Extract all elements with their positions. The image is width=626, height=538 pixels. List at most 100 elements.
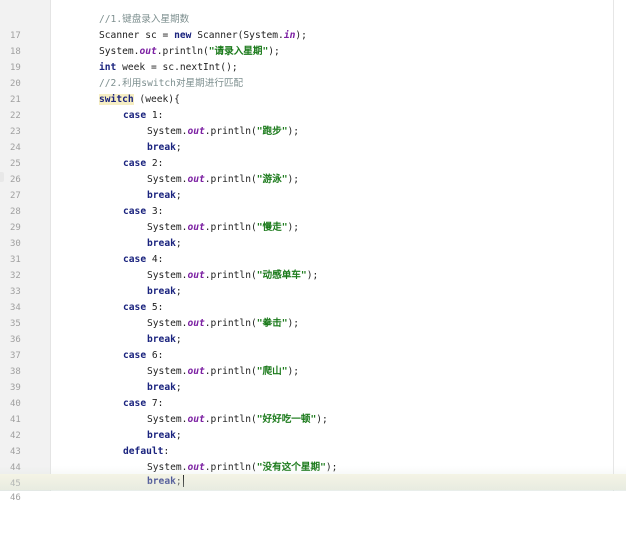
code-token: 4: [146,254,164,265]
code-line[interactable]: 22 switch (week){ [0,92,626,121]
static-field: out [187,222,205,233]
keyword: break [147,142,176,153]
code-token: 6: [146,350,164,361]
code-token: Scanner(System. [191,30,284,41]
code-text: case 4: [123,252,163,268]
keyword: break [147,286,176,297]
code-line[interactable]: 37 break; [0,332,626,361]
code-text: int week = sc.nextInt(); [99,60,238,76]
keyword: break [147,476,176,487]
code-token: 2: [146,158,164,169]
keyword: break [147,190,176,201]
code-line[interactable]: 35 case 5: [0,300,626,329]
code-token: 3: [146,206,164,217]
static-field: out [187,270,205,281]
static-field: out [187,462,205,473]
string-literal: "动感单车" [256,270,307,281]
code-text: System.out.println("慢走"); [147,220,299,236]
code-text: case 6: [123,348,163,364]
code-line[interactable]: 32 case 4: [0,252,626,281]
string-literal: "拳击" [256,318,288,329]
code-text: System.out.println("游泳"); [147,172,299,188]
static-field: out [187,318,205,329]
code-text: System.out.println("好好吃一顿"); [147,412,328,428]
string-literal: "游泳" [256,174,288,185]
code-text: break; [147,236,182,252]
code-text: break; [147,188,182,204]
code-token: .println( [204,174,257,185]
code-line[interactable]: 40 break; [0,380,626,409]
code-token: 1: [146,110,164,121]
code-line[interactable]: 43 break; [0,428,626,457]
code-token: System. [147,222,188,233]
code-line[interactable]: 19 System.out.println("请录入星期"); [0,44,626,73]
keyword: case [123,158,147,169]
text-caret [182,475,184,487]
code-token: ; [175,190,182,201]
code-token: .println( [204,270,257,281]
code-line[interactable]: 28 break; [0,188,626,217]
code-token: .println( [204,462,257,473]
code-line[interactable]: 27 System.out.println("游泳"); [0,172,626,201]
code-text: break; [147,140,182,156]
code-token: : [163,446,170,457]
code-line[interactable]: 46 break; [0,474,626,503]
code-token: ; [175,334,182,345]
code-token: ; [175,382,182,393]
code-token: System. [147,462,188,473]
code-line[interactable]: 39 System.out.println("爬山"); [0,364,626,393]
code-line[interactable]: 38 case 6: [0,348,626,377]
code-line[interactable]: 21 //2.利用switch对星期进行匹配 [0,76,626,105]
keyword: break [147,430,176,441]
code-text: //1.键盘录入星期数 [99,12,189,28]
code-text: case 1: [123,108,163,124]
keyword: case [123,110,147,121]
code-line[interactable]: 36 System.out.println("拳击"); [0,316,626,345]
code-line[interactable]: 18 Scanner sc = new Scanner(System.in); [0,28,626,57]
code-token: ; [175,286,182,297]
code-token: 5: [146,302,164,313]
code-text: break; [147,428,182,444]
code-line[interactable]: 33 System.out.println("动感单车"); [0,268,626,297]
code-token: ); [268,46,280,57]
code-line[interactable]: 26 case 2: [0,156,626,185]
string-literal: "爬山" [256,366,288,377]
code-text: switch (week){ [99,92,180,108]
code-text: case 3: [123,204,163,220]
code-line[interactable]: 25 break; [0,140,626,169]
static-field: in [283,30,296,41]
code-text: break; [147,332,182,348]
code-token: ; [175,430,182,441]
code-token: System. [147,270,188,281]
code-text: break; [147,284,182,300]
code-token: ; [175,238,182,249]
keyword-matched: switch [99,94,134,105]
code-line[interactable]: 17 //1.键盘录入星期数 [0,12,626,41]
code-text: case 2: [123,156,163,172]
code-token: .println( [204,318,257,329]
static-field: out [187,414,205,425]
code-line[interactable]: 30 System.out.println("慢走"); [0,220,626,249]
keyword: new [174,30,192,41]
code-line[interactable]: 44 default: [0,444,626,473]
code-text: System.out.println("拳击"); [147,316,299,332]
code-editor[interactable]: 17 //1.键盘录入星期数 18 Scanner sc = new Scann… [0,0,626,503]
code-line[interactable]: 41 case 7: [0,396,626,425]
code-line[interactable]: 24 System.out.println("跑步"); [0,124,626,153]
code-text: break; [147,474,184,490]
code-token: System. [147,126,188,137]
keyword: default [123,446,164,457]
static-field: out [187,366,205,377]
code-line[interactable]: 31 break; [0,236,626,265]
code-token: ; [175,476,182,487]
code-token: (week){ [133,94,180,105]
code-text: System.out.println("请录入星期"); [99,44,280,60]
keyword: case [123,398,147,409]
code-line[interactable]: 29 case 3: [0,204,626,233]
code-line[interactable]: 20 int week = sc.nextInt(); [0,60,626,89]
code-line[interactable]: 23 case 1: [0,108,626,137]
keyword: int [99,62,117,73]
code-line[interactable]: 34 break; [0,284,626,313]
code-line[interactable]: 42 System.out.println("好好吃一顿"); [0,412,626,441]
string-literal: "跑步" [256,126,288,137]
